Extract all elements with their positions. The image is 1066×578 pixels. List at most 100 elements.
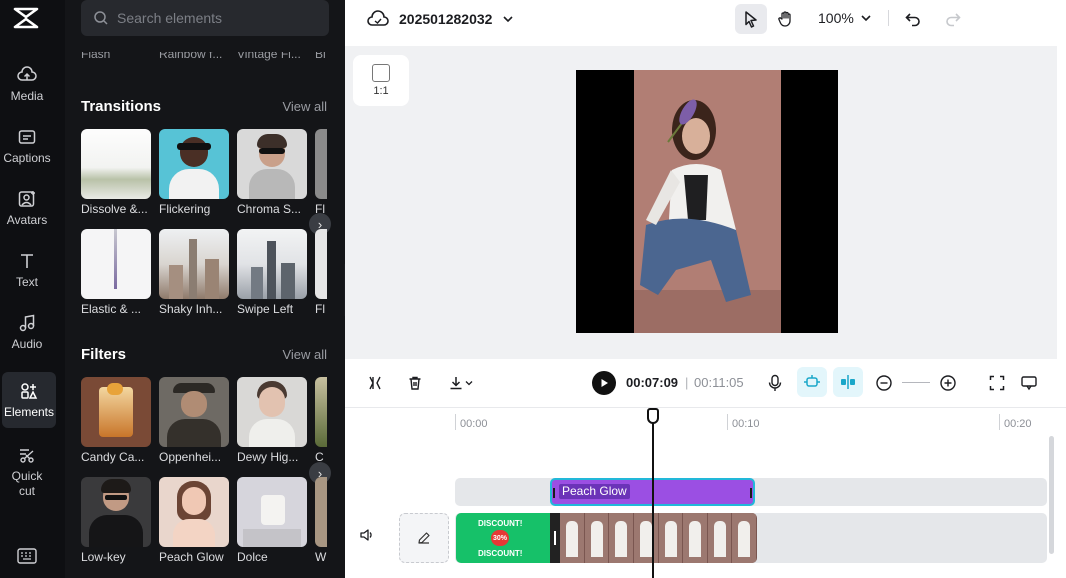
thumb-label: Dissolve &... <box>81 202 148 216</box>
zoom-in-button[interactable] <box>936 371 960 395</box>
redo-button[interactable] <box>937 4 969 34</box>
undo-button[interactable] <box>897 4 929 34</box>
ruler-label: 00:10 <box>732 418 760 430</box>
captions-toggle-button[interactable] <box>1017 371 1041 395</box>
filter-partial-2[interactable]: W <box>315 477 345 564</box>
rail-item-text[interactable]: Text <box>0 242 54 298</box>
split-icon <box>369 376 381 390</box>
filter-oppenheimer[interactable]: Oppenhei... <box>159 377 229 464</box>
clip-trim-handle-right[interactable] <box>750 488 752 498</box>
capcut-logo-icon[interactable] <box>12 5 40 31</box>
transition-shaky[interactable]: Shaky Inh... <box>159 229 229 316</box>
rail-item-quick-cut[interactable]: Quick cut <box>0 440 54 504</box>
timeline-zoom-slider[interactable] <box>902 382 930 383</box>
transition-dissolve[interactable]: Dissolve &... <box>81 129 151 216</box>
aspect-ratio-button[interactable]: 1:1 <box>353 55 409 106</box>
transitions-row-2: Elastic & ... Shaky Inh... Swipe Left Fl <box>81 229 345 321</box>
thumb-label: Peach Glow <box>159 550 224 564</box>
split-button[interactable] <box>363 371 387 395</box>
search-input[interactable] <box>117 10 317 26</box>
transition-partial[interactable]: Fl <box>315 129 345 216</box>
filter-partial[interactable]: C <box>315 377 345 464</box>
rail-item-media[interactable]: Media <box>0 56 54 112</box>
hand-icon <box>778 11 791 27</box>
track-audio-toggle[interactable] <box>359 528 375 547</box>
rail-item-elements[interactable]: Elements <box>2 372 56 428</box>
clip-trim-handle-left[interactable] <box>553 488 555 498</box>
thumb-label: Dolce <box>237 550 268 564</box>
thumb-label: Shaky Inh... <box>159 302 223 316</box>
transition-elastic[interactable]: Elastic & ... <box>81 229 151 316</box>
discount-clip[interactable]: DISCOUNT! 30% DISCOUNT! <box>456 513 550 563</box>
chevron-down-icon <box>861 15 871 22</box>
clip-transition-marker[interactable] <box>550 513 560 563</box>
avatar-icon <box>18 190 35 207</box>
photo-video-clip[interactable] <box>560 513 757 563</box>
transition-chroma[interactable]: Chroma S... <box>237 129 307 216</box>
cover-edit-button[interactable] <box>399 513 449 563</box>
transition-flickering[interactable]: Flickering <box>159 129 229 216</box>
download-dropdown[interactable] <box>443 371 479 395</box>
trash-icon <box>409 376 421 390</box>
clip-frame <box>683 513 707 563</box>
filters-row-2: Low-key Peach Glow Dolce W <box>81 477 345 569</box>
zoom-dropdown[interactable]: 100% <box>818 10 872 26</box>
rail-label: Avatars <box>6 212 48 227</box>
thumbnail <box>237 129 307 199</box>
zoom-out-button[interactable] <box>872 371 896 395</box>
filter-low-key[interactable]: Low-key <box>81 477 151 564</box>
filter-peach-glow[interactable]: Peach Glow <box>159 477 229 564</box>
clip-frame <box>584 513 609 563</box>
fit-timeline-button[interactable] <box>985 371 1009 395</box>
video-preview[interactable] <box>576 70 838 333</box>
keyboard-icon[interactable] <box>17 548 37 564</box>
rail-item-audio[interactable]: Audio <box>0 304 54 360</box>
thumb-label: Fl <box>315 302 325 316</box>
rail-item-avatars[interactable]: Avatars <box>0 180 54 236</box>
timeline[interactable]: 00:00 00:10 00:20 Peach Glow DISCOUNT! 3… <box>345 408 1066 578</box>
elements-icon <box>21 382 38 399</box>
time-separator: | <box>685 375 689 390</box>
project-title-area[interactable]: 202501282032 <box>367 10 514 28</box>
transition-swipe-left[interactable]: Swipe Left <box>237 229 307 316</box>
clip-frame <box>707 513 732 563</box>
timeline-toolbar: 00:07:09 | 00:11:05 <box>345 359 1066 408</box>
thumb-label: Elastic & ... <box>81 302 142 316</box>
timeline-scrollbar[interactable] <box>1049 436 1054 554</box>
delete-button[interactable] <box>403 371 427 395</box>
filter-dewy-highlight[interactable]: Dewy Hig... <box>237 377 307 464</box>
thumbnail <box>81 477 151 547</box>
thumb-label: Flickering <box>159 202 211 216</box>
record-voice-button[interactable] <box>763 371 787 395</box>
thumbnail <box>159 377 229 447</box>
transitions-view-all-link[interactable]: View all <box>282 99 327 114</box>
search-box[interactable] <box>81 0 329 36</box>
link-toggle[interactable] <box>833 367 863 397</box>
transitions-title: Transitions <box>81 98 162 115</box>
playhead-line[interactable] <box>652 408 654 578</box>
ruler-tick <box>727 414 728 430</box>
play-button[interactable] <box>592 371 616 395</box>
select-tool-button[interactable] <box>735 4 767 34</box>
ruler-tick <box>999 414 1000 430</box>
transition-partial-2[interactable]: Fl <box>315 229 345 316</box>
filter-dolce[interactable]: Dolce <box>237 477 307 564</box>
auto-snap-toggle[interactable] <box>797 367 827 397</box>
thumb-label: Chroma S... <box>237 202 302 216</box>
playhead-handle[interactable] <box>647 408 659 424</box>
chevron-down-icon <box>465 381 473 386</box>
ruler-label: 00:20 <box>1004 418 1032 430</box>
align-center-icon <box>841 375 855 389</box>
filters-view-all-link[interactable]: View all <box>282 347 327 362</box>
thumb-label: Low-key <box>81 550 126 564</box>
thumbnail <box>315 229 327 299</box>
ruler-tick <box>455 414 456 430</box>
discount-text-bottom: DISCOUNT! <box>478 549 523 558</box>
rail-label: Elements <box>3 404 55 419</box>
speaker-icon <box>360 529 372 541</box>
clip-frame <box>658 513 683 563</box>
filter-candy-cane[interactable]: Candy Ca... <box>81 377 151 464</box>
elements-panel: Flash Rainbow f... Vintage Fi... Bl Tran… <box>65 0 345 578</box>
hand-tool-button[interactable] <box>770 4 802 34</box>
rail-item-captions[interactable]: Captions <box>0 118 54 174</box>
